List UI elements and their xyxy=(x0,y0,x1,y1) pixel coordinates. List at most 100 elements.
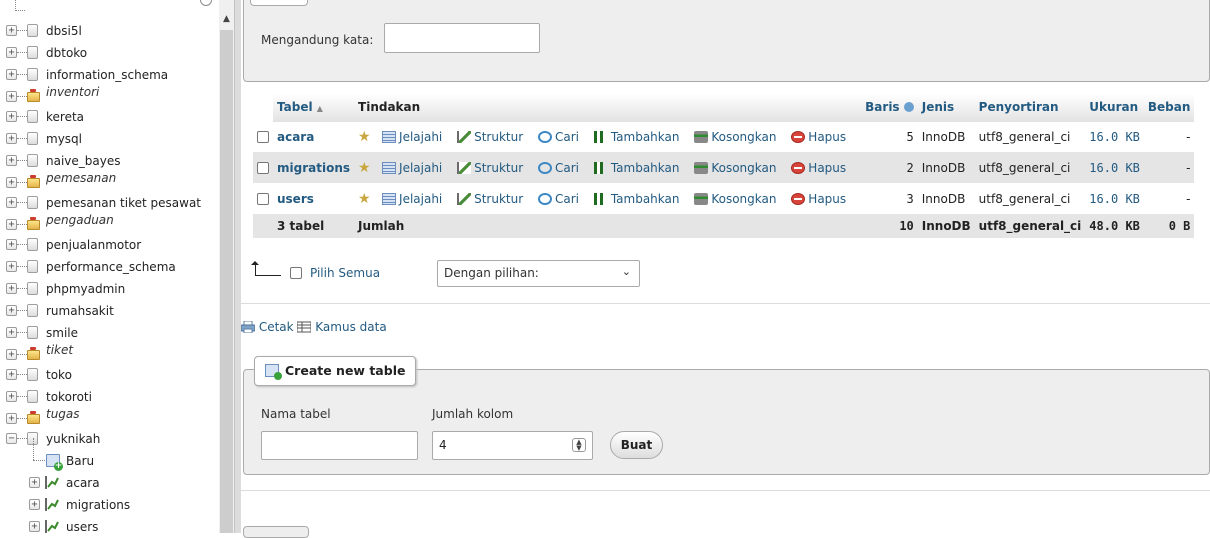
header-table-label[interactable]: Tabel xyxy=(277,100,313,114)
db-group-pengaduan[interactable]: + pengaduan xyxy=(0,213,220,236)
db-name[interactable]: smile xyxy=(46,326,78,340)
db-item-performance-schema[interactable]: + performance_schema xyxy=(0,256,220,278)
header-type[interactable]: Jenis xyxy=(917,94,975,122)
expand-icon[interactable]: + xyxy=(6,369,17,380)
structure-action[interactable]: Struktur xyxy=(457,130,523,144)
db-group-pemesanan[interactable]: + pemesanan xyxy=(0,171,220,194)
expand-icon[interactable]: + xyxy=(6,69,17,80)
empty-action[interactable]: Kosongkan xyxy=(694,161,776,175)
db-name[interactable]: pemesanan xyxy=(46,171,116,185)
row-checkbox[interactable] xyxy=(257,162,269,174)
expand-icon[interactable]: + xyxy=(29,499,40,510)
db-name[interactable]: penjualanmotor xyxy=(46,238,141,252)
insert-action[interactable]: Tambahkan xyxy=(593,161,680,175)
expand-icon[interactable]: + xyxy=(6,391,17,402)
db-name[interactable]: tugas xyxy=(46,407,80,421)
db-name[interactable]: toko xyxy=(46,368,72,382)
db-name[interactable]: tiket xyxy=(46,343,73,357)
db-name[interactable]: naive_bayes xyxy=(46,154,120,168)
db-name[interactable]: phpmyadmin xyxy=(46,282,125,296)
search-action[interactable]: Cari xyxy=(538,161,579,175)
header-table[interactable]: Tabel ▲ xyxy=(273,94,355,122)
expand-icon[interactable]: + xyxy=(6,261,17,272)
data-dictionary-link[interactable]: Kamus data xyxy=(296,320,387,334)
search-action[interactable]: Cari xyxy=(538,192,579,206)
drop-action[interactable]: Hapus xyxy=(791,130,846,144)
db-item-phpmyadmin[interactable]: + phpmyadmin xyxy=(0,278,220,300)
expand-icon[interactable]: + xyxy=(6,155,17,166)
db-name[interactable]: information_schema xyxy=(46,68,168,82)
expand-icon[interactable]: + xyxy=(6,327,17,338)
table-name[interactable]: acara xyxy=(66,476,100,490)
db-group-tiket[interactable]: + tiket xyxy=(0,343,220,366)
insert-action[interactable]: Tambahkan xyxy=(593,130,680,144)
browse-action[interactable]: Jelajahi xyxy=(382,192,442,206)
favorite-star-icon[interactable]: ★ xyxy=(358,191,371,207)
with-selected-dropdown[interactable]: Dengan pilihan: ⌄ xyxy=(437,260,640,287)
expand-icon[interactable]: + xyxy=(6,91,17,102)
db-name[interactable]: tokoroti xyxy=(46,390,92,404)
header-collation[interactable]: Penyortiran xyxy=(974,94,1086,122)
tree-item-table-migrations[interactable]: + migrations xyxy=(0,494,220,516)
expand-icon[interactable]: + xyxy=(6,283,17,294)
row-size[interactable]: 16.0 KB xyxy=(1085,121,1144,152)
db-item-information-schema[interactable]: + information_schema xyxy=(0,64,220,86)
table-name-link[interactable]: users xyxy=(273,183,355,214)
db-name[interactable]: mysql xyxy=(46,132,82,146)
browse-action[interactable]: Jelajahi xyxy=(382,161,442,175)
expand-icon[interactable]: + xyxy=(6,177,17,188)
insert-action[interactable]: Tambahkan xyxy=(593,192,680,206)
header-size[interactable]: Ukuran xyxy=(1085,94,1144,122)
db-item-rumahsakit[interactable]: + rumahsakit xyxy=(0,300,220,322)
db-name[interactable]: kereta xyxy=(46,110,84,124)
create-table-button[interactable]: Buat xyxy=(610,431,663,459)
spinner-icon[interactable]: ▲ ▼ xyxy=(572,438,586,452)
browse-action[interactable]: Jelajahi xyxy=(382,130,442,144)
db-item-penjualanmotor[interactable]: + penjualanmotor xyxy=(0,234,220,256)
structure-action[interactable]: Struktur xyxy=(457,192,523,206)
table-name[interactable]: migrations xyxy=(66,498,130,512)
header-rows-label[interactable]: Baris xyxy=(865,100,899,114)
db-name[interactable]: dbsi5l xyxy=(46,24,82,38)
db-item-toko[interactable]: + toko xyxy=(0,364,220,386)
expand-icon[interactable]: + xyxy=(6,25,17,36)
db-name[interactable]: pengaduan xyxy=(46,213,114,227)
collapse-icon[interactable]: − xyxy=(6,433,17,444)
expand-icon[interactable]: + xyxy=(6,47,17,58)
row-size[interactable]: 16.0 KB xyxy=(1085,152,1144,183)
structure-action[interactable]: Struktur xyxy=(457,161,523,175)
db-group-tugas[interactable]: + tugas xyxy=(0,407,220,430)
favorite-star-icon[interactable]: ★ xyxy=(358,160,371,176)
row-checkbox[interactable] xyxy=(257,193,269,205)
expand-icon[interactable]: + xyxy=(6,239,17,250)
favorite-star-icon[interactable]: ★ xyxy=(358,129,371,145)
drop-action[interactable]: Hapus xyxy=(791,192,846,206)
db-name[interactable]: rumahsakit xyxy=(46,304,114,318)
expand-icon[interactable]: + xyxy=(6,133,17,144)
db-group-inventori[interactable]: + inventori xyxy=(0,85,220,108)
search-action[interactable]: Cari xyxy=(538,130,579,144)
db-item-mysql[interactable]: + mysql xyxy=(0,128,220,150)
new-table-label[interactable]: Baru xyxy=(66,454,94,468)
table-name-input[interactable] xyxy=(261,431,418,460)
header-overhead[interactable]: Beban xyxy=(1143,94,1195,122)
expand-icon[interactable]: + xyxy=(6,349,17,360)
drop-action[interactable]: Hapus xyxy=(791,161,846,175)
tree-item-table-users[interactable]: + users xyxy=(0,516,220,533)
row-size[interactable]: 16.0 KB xyxy=(1085,183,1144,214)
tree-item-table-acara[interactable]: + acara xyxy=(0,472,220,494)
db-name[interactable]: yuknikah xyxy=(46,432,100,446)
table-name[interactable]: users xyxy=(66,520,98,533)
db-name[interactable]: performance_schema xyxy=(46,260,176,274)
db-item-tokoroti[interactable]: + tokoroti xyxy=(0,386,220,408)
db-item-kereta[interactable]: + kereta xyxy=(0,106,220,128)
check-all-label[interactable]: Pilih Semua xyxy=(310,266,380,280)
expand-icon[interactable]: + xyxy=(6,305,17,316)
empty-action[interactable]: Kosongkan xyxy=(694,130,776,144)
expand-icon[interactable]: + xyxy=(6,413,17,424)
db-item-dbsi5l[interactable]: + dbsi5l xyxy=(0,20,220,42)
header-rows[interactable]: Baris xyxy=(861,94,918,122)
table-name-link[interactable]: acara xyxy=(273,121,355,152)
table-name-link[interactable]: migrations xyxy=(273,152,355,183)
scrollbar-thumb[interactable] xyxy=(220,30,233,533)
